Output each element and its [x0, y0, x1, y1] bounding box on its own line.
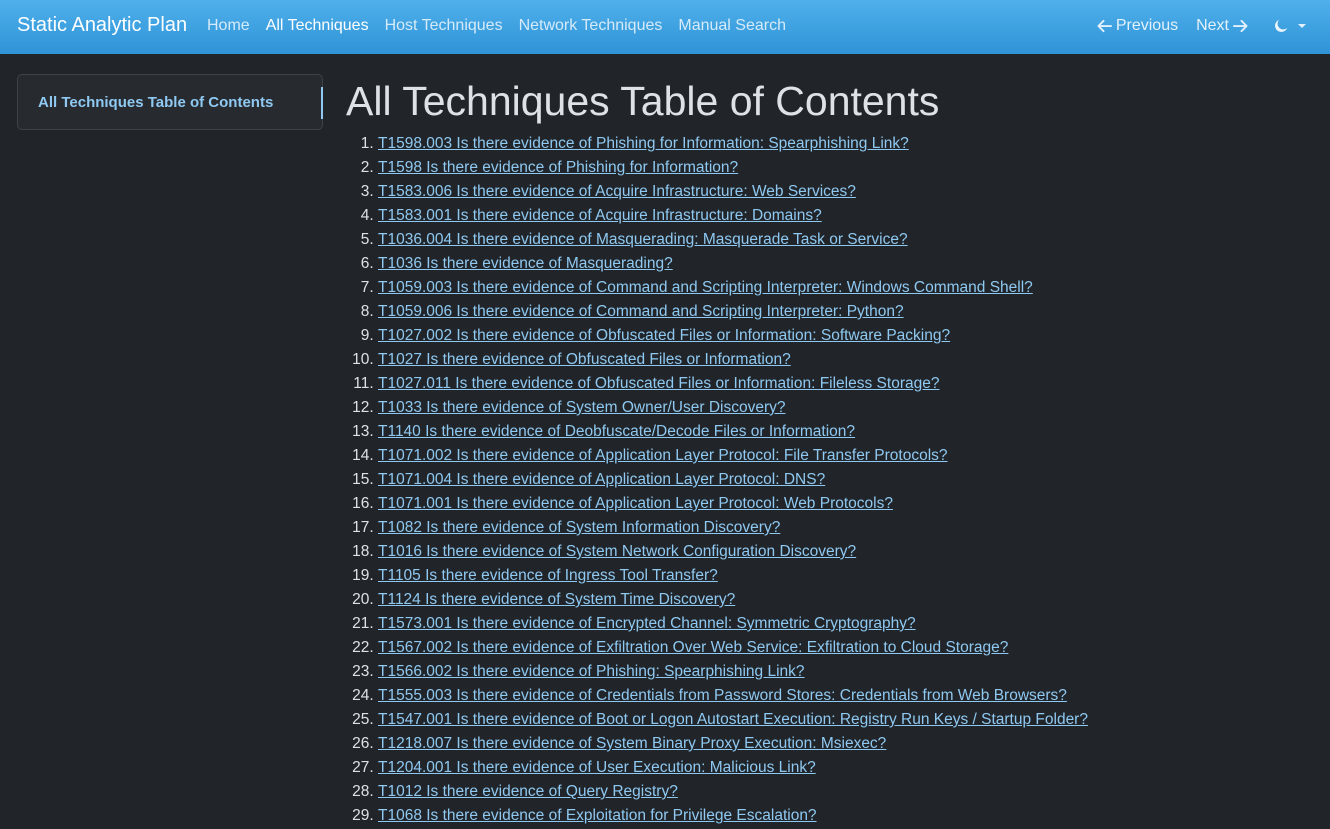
technique-link[interactable]: T1036.004 Is there evidence of Masquerad… [378, 231, 908, 248]
sidebar-toc: All Techniques Table of Contents [17, 74, 323, 130]
list-item: T1012 Is there evidence of Query Registr… [378, 780, 1088, 804]
technique-link[interactable]: T1027 Is there evidence of Obfuscated Fi… [378, 351, 791, 368]
list-item: T1071.004 Is there evidence of Applicati… [378, 468, 1088, 492]
list-item: T1598 Is there evidence of Phishing for … [378, 156, 1088, 180]
nav-link-manual-search[interactable]: Manual Search [678, 17, 786, 35]
list-item: T1033 Is there evidence of System Owner/… [378, 396, 1088, 420]
technique-link[interactable]: T1598 Is there evidence of Phishing for … [378, 159, 738, 176]
top-navbar: Static Analytic Plan Home All Techniques… [0, 0, 1330, 54]
list-item: T1036.004 Is there evidence of Masquerad… [378, 228, 1088, 252]
list-item: T1071.002 Is there evidence of Applicati… [378, 444, 1088, 468]
list-item: T1071.001 Is there evidence of Applicati… [378, 492, 1088, 516]
brand-link[interactable]: Static Analytic Plan [17, 14, 187, 37]
technique-link[interactable]: T1071.004 Is there evidence of Applicati… [378, 471, 825, 488]
nav-right: Previous Next [1097, 17, 1306, 35]
nav-links: Home All Techniques Host Techniques Netw… [207, 17, 786, 35]
list-item: T1059.003 Is there evidence of Command a… [378, 276, 1088, 300]
next-label: Next [1196, 17, 1229, 34]
sidebar-item-all-techniques-toc[interactable]: All Techniques Table of Contents [38, 94, 273, 111]
technique-link[interactable]: T1059.006 Is there evidence of Command a… [378, 303, 904, 320]
caret-down-icon [1298, 24, 1306, 28]
list-item: T1082 Is there evidence of System Inform… [378, 516, 1088, 540]
technique-link[interactable]: T1036 Is there evidence of Masquerading? [378, 255, 673, 272]
technique-link[interactable]: T1068 Is there evidence of Exploitation … [378, 807, 817, 824]
technique-link[interactable]: T1583.001 Is there evidence of Acquire I… [378, 207, 822, 224]
list-item: T1124 Is there evidence of System Time D… [378, 588, 1088, 612]
list-item: T1140 Is there evidence of Deobfuscate/D… [378, 420, 1088, 444]
list-item: T1555.003 Is there evidence of Credentia… [378, 684, 1088, 708]
list-item: T1567.002 Is there evidence of Exfiltrat… [378, 636, 1088, 660]
technique-link[interactable]: T1016 Is there evidence of System Networ… [378, 543, 856, 560]
list-item: T1027 Is there evidence of Obfuscated Fi… [378, 348, 1088, 372]
page-title: All Techniques Table of Contents [346, 78, 940, 124]
list-item: T1547.001 Is there evidence of Boot or L… [378, 708, 1088, 732]
technique-link[interactable]: T1583.006 Is there evidence of Acquire I… [378, 183, 856, 200]
technique-link[interactable]: T1218.007 Is there evidence of System Bi… [378, 735, 886, 752]
technique-link[interactable]: T1140 Is there evidence of Deobfuscate/D… [378, 423, 855, 440]
list-item: T1598.003 Is there evidence of Phishing … [378, 132, 1088, 156]
technique-link[interactable]: T1059.003 Is there evidence of Command a… [378, 279, 1033, 296]
nav-link-home[interactable]: Home [207, 17, 250, 35]
technique-link[interactable]: T1567.002 Is there evidence of Exfiltrat… [378, 639, 1008, 656]
toc-list: T1598.003 Is there evidence of Phishing … [346, 132, 1088, 828]
nav-link-host-techniques[interactable]: Host Techniques [385, 17, 503, 35]
list-item: T1566.002 Is there evidence of Phishing:… [378, 660, 1088, 684]
technique-link[interactable]: T1204.001 Is there evidence of User Exec… [378, 759, 816, 776]
list-item: T1105 Is there evidence of Ingress Tool … [378, 564, 1088, 588]
technique-link[interactable]: T1598.003 Is there evidence of Phishing … [378, 135, 909, 152]
technique-link[interactable]: T1566.002 Is there evidence of Phishing:… [378, 663, 805, 680]
list-item: T1068 Is there evidence of Exploitation … [378, 804, 1088, 828]
previous-label: Previous [1115, 17, 1179, 34]
list-item: T1027.002 Is there evidence of Obfuscate… [378, 324, 1088, 348]
technique-link[interactable]: T1105 Is there evidence of Ingress Tool … [378, 567, 718, 584]
list-item: T1573.001 Is there evidence of Encrypted… [378, 612, 1088, 636]
moon-icon [1275, 19, 1288, 32]
list-item: T1204.001 Is there evidence of User Exec… [378, 756, 1088, 780]
list-item: T1027.011 Is there evidence of Obfuscate… [378, 372, 1088, 396]
technique-link[interactable]: T1012 Is there evidence of Query Registr… [378, 783, 678, 800]
list-item: T1016 Is there evidence of System Networ… [378, 540, 1088, 564]
main-content: All Techniques Table of Contents T1598.0… [346, 76, 1088, 828]
theme-toggle-dropdown[interactable] [1274, 19, 1306, 33]
technique-link[interactable]: T1027.011 Is there evidence of Obfuscate… [378, 375, 939, 392]
list-item: T1583.006 Is there evidence of Acquire I… [378, 180, 1088, 204]
sidebar-active-marker [321, 87, 323, 119]
nav-link-all-techniques[interactable]: All Techniques [266, 17, 369, 35]
list-item: T1218.007 Is there evidence of System Bi… [378, 732, 1088, 756]
technique-link[interactable]: T1573.001 Is there evidence of Encrypted… [378, 615, 916, 632]
technique-link[interactable]: T1555.003 Is there evidence of Credentia… [378, 687, 1067, 704]
technique-link[interactable]: T1124 Is there evidence of System Time D… [378, 591, 735, 608]
technique-link[interactable]: T1071.002 Is there evidence of Applicati… [378, 447, 948, 464]
arrow-left-icon [1097, 19, 1112, 33]
technique-link[interactable]: T1033 Is there evidence of System Owner/… [378, 399, 785, 416]
technique-link[interactable]: T1027.002 Is there evidence of Obfuscate… [378, 327, 950, 344]
nav-link-network-techniques[interactable]: Network Techniques [519, 17, 663, 35]
technique-link[interactable]: T1547.001 Is there evidence of Boot or L… [378, 711, 1088, 728]
list-item: T1583.001 Is there evidence of Acquire I… [378, 204, 1088, 228]
technique-link[interactable]: T1082 Is there evidence of System Inform… [378, 519, 780, 536]
arrow-right-icon [1233, 19, 1248, 33]
list-item: T1036 Is there evidence of Masquerading? [378, 252, 1088, 276]
previous-button[interactable]: Previous [1097, 17, 1178, 35]
technique-link[interactable]: T1071.001 Is there evidence of Applicati… [378, 495, 893, 512]
next-button[interactable]: Next [1196, 17, 1248, 35]
list-item: T1059.006 Is there evidence of Command a… [378, 300, 1088, 324]
